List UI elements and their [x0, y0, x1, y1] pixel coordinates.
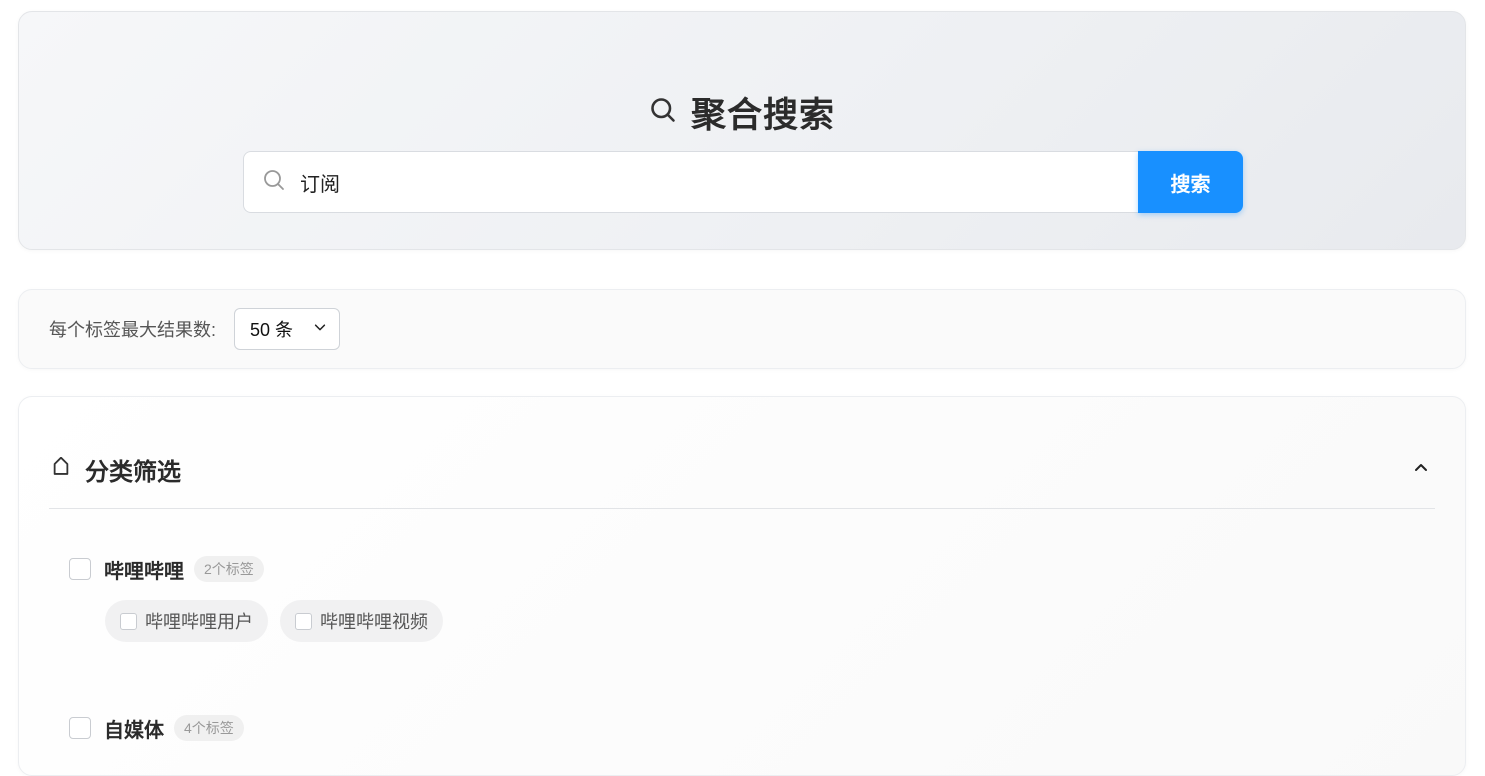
- result-limit-label: 每个标签最大结果数:: [49, 320, 217, 340]
- category-filter-panel: 分类筛选 哔哩哔哩 2个标签 哔哩哔哩用户 哔哩哔哩视频 自媒体 4个标签: [18, 396, 1466, 776]
- search-field[interactable]: [243, 151, 1138, 213]
- divider: [49, 508, 1435, 509]
- tag-chip-label: 哔哩哔哩用户: [145, 612, 253, 632]
- tag-chip-list: 哔哩哔哩用户 哔哩哔哩视频: [105, 600, 443, 642]
- tag-chip-label: 哔哩哔哩视频: [320, 612, 428, 632]
- category-group-name: 哔哩哔哩: [104, 560, 184, 583]
- category-group-self-media: 自媒体 4个标签: [69, 714, 244, 742]
- result-limit-select[interactable]: 50 条: [234, 308, 341, 350]
- tag-checkbox[interactable]: [120, 612, 137, 630]
- search-icon: [649, 96, 677, 129]
- search-button[interactable]: 搜索: [1138, 151, 1243, 213]
- category-filter-header: 分类筛选: [49, 447, 1435, 491]
- category-filter-title: 分类筛选: [85, 458, 181, 486]
- search-icon: [262, 168, 286, 197]
- search-bar: 搜索: [243, 151, 1243, 213]
- category-group-bilibili: 哔哩哔哩 2个标签 哔哩哔哩用户 哔哩哔哩视频: [69, 555, 443, 642]
- result-limit-value: 50 条: [250, 320, 294, 340]
- tag-count-badge: 4个标签: [174, 715, 244, 741]
- result-limit-bar: 每个标签最大结果数: 50 条: [18, 289, 1466, 369]
- category-group-name: 自媒体: [104, 719, 164, 742]
- search-hero: 聚合搜索 搜索: [18, 11, 1466, 250]
- search-input[interactable]: [300, 162, 1080, 202]
- category-group-header: 自媒体 4个标签: [69, 714, 244, 742]
- page-title-text: 聚合搜索: [690, 95, 835, 135]
- chevron-up-icon: [1413, 459, 1429, 480]
- tag-checkbox[interactable]: [295, 612, 312, 630]
- category-group-checkbox[interactable]: [69, 558, 91, 580]
- page-title: 聚合搜索: [19, 84, 1465, 140]
- category-group-header: 哔哩哔哩 2个标签: [69, 555, 443, 583]
- collapse-button[interactable]: [1407, 455, 1435, 483]
- chevron-down-icon: [313, 320, 327, 339]
- tag-count-badge: 2个标签: [194, 556, 264, 582]
- tag-icon: [49, 456, 73, 481]
- tag-chip[interactable]: 哔哩哔哩用户: [105, 600, 268, 642]
- category-group-checkbox[interactable]: [69, 717, 91, 739]
- tag-chip[interactable]: 哔哩哔哩视频: [280, 600, 443, 642]
